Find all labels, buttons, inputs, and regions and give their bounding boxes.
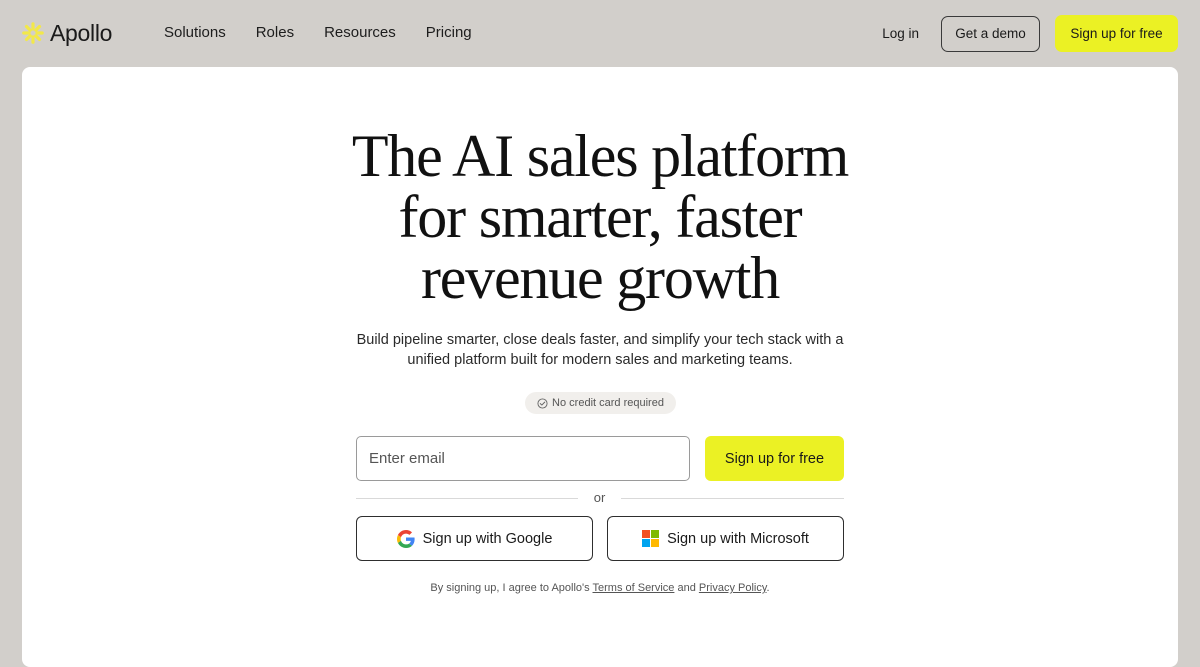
nav-link-pricing[interactable]: Pricing [426,24,472,41]
google-signup-label: Sign up with Google [422,530,553,547]
google-icon [396,529,415,548]
signup-submit-button[interactable]: Sign up for free [705,436,844,481]
divider-line [356,498,578,499]
google-signup-button[interactable]: Sign up with Google [356,516,593,561]
hero-subtitle: Build pipeline smarter, close deals fast… [356,332,844,368]
hero-card: The AI sales platform for smarter, faste… [22,67,1178,667]
no-credit-card-badge: No credit card required [525,392,676,414]
microsoft-signup-button[interactable]: Sign up with Microsoft [607,516,844,561]
divider-line [621,498,844,499]
nav-link-resources[interactable]: Resources [324,24,396,41]
legal-and: and [674,582,699,594]
email-input[interactable] [356,436,690,481]
login-link[interactable]: Log in [882,26,919,41]
legal-disclaimer: By signing up, I agree to Apollo's Terms… [22,582,1178,594]
nav-link-solutions[interactable]: Solutions [164,24,226,41]
apollo-logo[interactable]: Apollo [22,19,112,47]
check-circle-icon [537,397,548,409]
legal-suffix: . [766,582,770,594]
badge-text: No credit card required [552,397,664,409]
apollo-sun-icon [22,22,44,44]
nav-actions: Log in Get a demo Sign up for free [882,15,1178,52]
headline-line: The AI sales platform [351,123,850,189]
or-divider-text: or [593,490,606,505]
hero-headline: The AI sales platform for smarter, faste… [22,126,1178,309]
microsoft-signup-label: Sign up with Microsoft [667,530,809,547]
top-nav: Apollo Solutions Roles Resources Pricing… [0,0,1200,68]
terms-of-service-link[interactable]: Terms of Service [593,582,675,594]
legal-prefix: By signing up, I agree to Apollo's [430,582,593,594]
privacy-policy-link[interactable]: Privacy Policy [699,582,767,594]
nav-links: Solutions Roles Resources Pricing [164,24,472,41]
nav-link-roles[interactable]: Roles [256,24,294,41]
microsoft-icon [642,530,660,547]
headline-line: for smarter, faster [398,184,803,250]
get-demo-button[interactable]: Get a demo [941,15,1040,52]
signup-top-button[interactable]: Sign up for free [1055,15,1178,52]
headline-line: revenue growth [420,245,780,311]
brand-name: Apollo [50,19,113,46]
